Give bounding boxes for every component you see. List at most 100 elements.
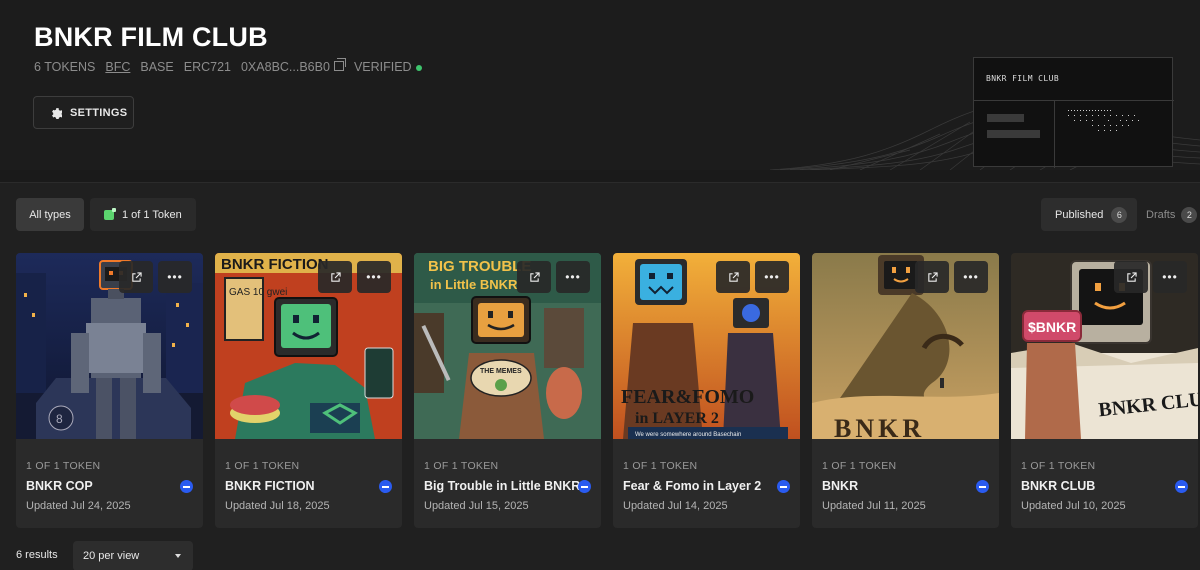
token-card[interactable]: FEAR&FOMO in LAYER 2 We were somewhere a…: [613, 253, 800, 528]
base-chain-icon: [777, 480, 790, 493]
external-link-icon: [330, 271, 341, 282]
more-icon: •••: [1162, 270, 1178, 284]
base-chain-icon: [379, 480, 392, 493]
contract-address-text: 0XA8BC...B6B0: [240, 60, 330, 74]
token-updated: Updated Jul 11, 2025: [822, 500, 926, 512]
gear-icon: [52, 107, 62, 119]
artwork-text: in Little BNKR: [430, 277, 518, 292]
token-card[interactable]: $BNKR BNKR CLUB ••• 1 OF 1 TOKEN BNKR CL…: [1011, 253, 1198, 528]
token-card[interactable]: 8 ••• 1 OF 1 TOKEN BNKR COP Updated Jul …: [16, 253, 203, 528]
more-icon: •••: [764, 270, 780, 284]
artwork-text: in LAYER 2: [635, 410, 719, 427]
per-view-select[interactable]: 20 per view: [73, 541, 193, 570]
standard-label: ERC721: [183, 60, 231, 74]
more-options-button[interactable]: •••: [755, 261, 789, 293]
settings-label: SETTINGS: [70, 106, 128, 119]
base-chain-icon: [976, 480, 989, 493]
verified-label: VERIFIED: [353, 60, 412, 74]
more-icon: •••: [167, 270, 183, 284]
base-chain-icon: [1175, 480, 1188, 493]
chevron-down-icon: [175, 554, 181, 558]
chain-label: BASE: [140, 60, 174, 74]
tab-drafts-label: Drafts: [1146, 208, 1176, 221]
token-name: BNKR FICTION: [225, 479, 315, 493]
logo-title: BNKR FILM CLUB: [986, 74, 1060, 83]
more-icon: •••: [366, 270, 382, 284]
open-external-button[interactable]: [915, 261, 949, 293]
collection-header: BNKR FILM CLUB 6 TOKENS BFC BASE ERC721 …: [0, 0, 1200, 170]
more-options-button[interactable]: •••: [357, 261, 391, 293]
filter-all-types[interactable]: All types: [16, 198, 84, 231]
copy-icon[interactable]: [333, 58, 346, 71]
token-name: BNKR: [822, 479, 859, 493]
token-name: Big Trouble in Little BNKR: [424, 479, 581, 493]
artwork-text: THE MEMES: [480, 368, 522, 375]
token-icon: [104, 207, 116, 220]
logo-dot-pattern: [1068, 110, 1139, 131]
tab-published-label: Published: [1055, 208, 1104, 221]
open-external-button[interactable]: [716, 261, 750, 293]
filter-one-of-one-label: 1 of 1 Token: [122, 208, 182, 221]
collection-title: BNKR FILM CLUB: [34, 22, 268, 52]
artwork-text: $BNKR: [1028, 319, 1076, 335]
token-kind: 1 OF 1 TOKEN: [26, 460, 101, 472]
collection-meta: 6 TOKENS BFC BASE ERC721 0XA8BC...B6B0 V…: [34, 58, 422, 74]
verified-dot-icon: [415, 65, 422, 71]
open-external-button[interactable]: [1114, 261, 1148, 293]
svg-text:8: 8: [56, 412, 63, 426]
token-kind: 1 OF 1 TOKEN: [1021, 460, 1096, 472]
artwork-text: FEAR&FOMO: [621, 386, 754, 408]
tokens-panel: All types 1 of 1 Token Published 6 Draft…: [0, 182, 1200, 570]
base-chain-icon: [180, 480, 193, 493]
artwork-text: BNKR FICTION: [221, 256, 329, 273]
drafts-count-badge: 2: [1181, 206, 1198, 223]
token-card[interactable]: BNKR ••• 1 OF 1 TOKEN BNKR Updated Jul 1…: [812, 253, 999, 528]
artwork-text: BNKR: [834, 414, 925, 439]
more-icon: •••: [963, 270, 979, 284]
artwork-text: We were somewhere around Basechain: [635, 432, 741, 438]
artwork-text: BIG TROUBLE: [428, 258, 531, 275]
token-updated: Updated Jul 15, 2025: [424, 500, 529, 512]
external-link-icon: [529, 271, 540, 282]
external-link-icon: [131, 271, 142, 282]
token-card[interactable]: BIG TROUBLE in Little BNKR THE MEMES •••…: [414, 253, 601, 528]
base-chain-icon: [578, 480, 591, 493]
tab-drafts[interactable]: Drafts 2: [1146, 198, 1198, 231]
logo-bar: [987, 114, 1024, 122]
open-external-button[interactable]: [318, 261, 352, 293]
token-updated: Updated Jul 18, 2025: [225, 500, 330, 512]
token-updated: Updated Jul 24, 2025: [26, 500, 131, 512]
token-updated: Updated Jul 10, 2025: [1021, 500, 1126, 512]
collection-logo-card: BNKR FILM CLUB: [973, 57, 1174, 168]
token-name: Fear & Fomo in Layer 2: [623, 479, 762, 493]
more-options-button[interactable]: •••: [1153, 261, 1187, 293]
logo-bar: [987, 130, 1040, 138]
verified-status: VERIFIED: [354, 60, 422, 74]
token-name: BNKR CLUB: [1021, 479, 1096, 493]
results-count: 6 results: [16, 549, 58, 561]
more-options-button[interactable]: •••: [158, 261, 192, 293]
external-link-icon: [927, 271, 938, 282]
token-kind: 1 OF 1 TOKEN: [822, 460, 897, 472]
token-name: BNKR COP: [26, 479, 93, 493]
external-link-icon: [728, 271, 739, 282]
artwork-text: GAS 10 gwei: [229, 287, 287, 298]
token-updated: Updated Jul 14, 2025: [623, 500, 728, 512]
more-options-button[interactable]: •••: [954, 261, 988, 293]
settings-button[interactable]: SETTINGS: [33, 96, 134, 129]
more-icon: •••: [565, 270, 581, 284]
open-external-button[interactable]: [517, 261, 551, 293]
contract-address: 0XA8BC...B6B0: [240, 58, 346, 74]
more-options-button[interactable]: •••: [556, 261, 590, 293]
token-count: 6 TOKENS: [34, 60, 96, 74]
filter-one-of-one[interactable]: 1 of 1 Token: [90, 198, 196, 231]
token-kind: 1 OF 1 TOKEN: [225, 460, 300, 472]
tab-published[interactable]: Published 6: [1041, 198, 1137, 231]
token-kind: 1 OF 1 TOKEN: [424, 460, 499, 472]
open-external-button[interactable]: [119, 261, 153, 293]
token-card[interactable]: BNKR FICTION GAS 10 gwei ••• 1 OF 1 TOKE…: [215, 253, 402, 528]
per-view-value: 20 per view: [83, 550, 140, 562]
collection-symbol-link[interactable]: BFC: [105, 60, 130, 74]
published-count-badge: 6: [1111, 206, 1128, 223]
external-link-icon: [1126, 271, 1137, 282]
